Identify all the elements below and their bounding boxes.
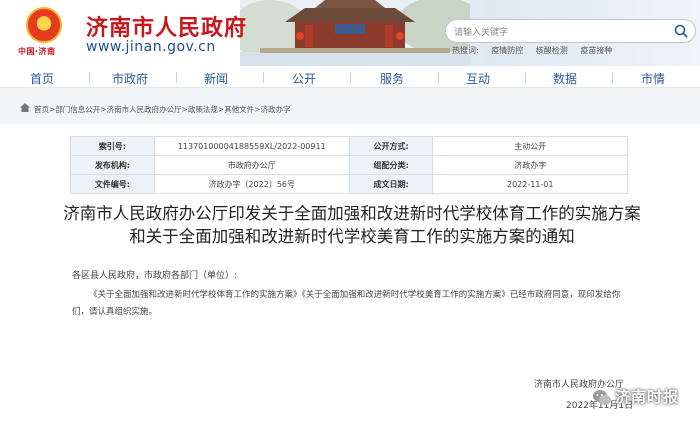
nav-item-public[interactable]: 公开 (292, 70, 316, 87)
table-row: 索引号: 11370100004188559XL/2022-00911 公开方式… (70, 136, 628, 156)
table-row: 发布机构: 市政府办公厅 组配分类: 济政办字 (70, 155, 628, 175)
nav-divider (525, 72, 526, 83)
document-title: 济南市人民政府办公厅印发关于全面加强和改进新时代学校体育工作的实施方案和关于全面… (63, 204, 641, 246)
info-value: 市政府办公厅 (153, 155, 350, 175)
info-value: 济政办字〔2022〕56号 (153, 174, 350, 194)
hot-term-link[interactable]: 核酸检测 (536, 46, 568, 55)
breadcrumb-link[interactable]: 济南市人民政府办公厅 (107, 105, 182, 114)
hot-term-link[interactable]: 疫情防控 (491, 46, 523, 55)
nav-divider (612, 72, 613, 83)
nav-divider (89, 72, 90, 83)
home-icon (20, 103, 30, 112)
wechat-logo-icon (593, 390, 611, 405)
nav-item-government[interactable]: 市政府 (112, 70, 148, 87)
info-key: 成文日期: (348, 174, 434, 194)
search-placeholder: 请输入关键字 (454, 28, 509, 38)
info-key: 公开方式: (348, 136, 434, 156)
breadcrumb-link[interactable]: 部门信息公开 (55, 105, 100, 114)
pavilion-banner-image (240, 0, 470, 66)
site-title[interactable]: 济南市人民政府 (86, 10, 247, 42)
nav-divider (438, 72, 439, 83)
breadcrumb-link[interactable]: 政策法规 (188, 105, 218, 114)
hot-searches: 热搜词: 疫情防控 核酸检测 疫苗接种 (452, 45, 622, 56)
national-emblem-icon (26, 7, 62, 43)
nav-item-data[interactable]: 数据 (553, 70, 577, 87)
document-paragraph: 《关于全面加强和改进新时代学校体育工作的实施方案》《关于全面加强和改进新时代学校… (72, 290, 621, 317)
nav-item-city-info[interactable]: 市情 (641, 70, 665, 87)
info-key: 组配分类: (348, 155, 434, 175)
nav-item-news[interactable]: 新闻 (204, 70, 228, 87)
nav-divider (263, 72, 264, 83)
nav-item-home[interactable]: 首页 (30, 70, 54, 87)
nav-divider (176, 72, 177, 83)
info-value: 2022-11-01 (432, 174, 628, 194)
nav-item-interaction[interactable]: 互动 (466, 70, 490, 87)
table-row: 文件编号: 济政办字〔2022〕56号 成文日期: 2022-11-01 (70, 174, 628, 194)
info-key: 索引号: (70, 136, 155, 156)
breadcrumb-link[interactable]: 首页 (34, 105, 49, 114)
main-nav: 首页 市政府 新闻 公开 服务 互动 数据 市情 (0, 66, 700, 88)
hot-term-link[interactable]: 疫苗接种 (580, 46, 612, 55)
nav-item-services[interactable]: 服务 (380, 70, 404, 87)
emblem-tagline: 中国·济南 (18, 47, 56, 56)
document-info-table: 索引号: 11370100004188559XL/2022-00911 公开方式… (70, 136, 628, 194)
hot-searches-label: 热搜词: (452, 46, 479, 55)
info-value: 主动公开 (432, 136, 628, 156)
site-header: 中国·济南 济南市人民政府 www.jinan.gov.cn 请输入关键字 热搜… (0, 0, 700, 66)
search-icon[interactable] (673, 23, 689, 39)
site-url[interactable]: www.jinan.gov.cn (86, 39, 216, 55)
info-key: 发布机构: (70, 155, 155, 175)
info-value: 11370100004188559XL/2022-00911 (153, 136, 350, 156)
document-salutation: 各区县人民政府，市政府各部门（单位）: (72, 271, 238, 281)
info-value: 济政办字 (432, 155, 628, 175)
nav-divider (350, 72, 351, 83)
breadcrumb-link[interactable]: 济政办字 (260, 105, 290, 114)
breadcrumb: 首页>部门信息公开>济南市人民政府办公厅>政策法规>其他文件>济政办字 (34, 104, 290, 115)
info-key: 文件编号: (70, 174, 155, 194)
breadcrumb-link[interactable]: 其他文件 (224, 105, 254, 114)
search-input[interactable]: 请输入关键字 (445, 19, 696, 43)
watermark-text: 济南时报 (615, 388, 680, 406)
